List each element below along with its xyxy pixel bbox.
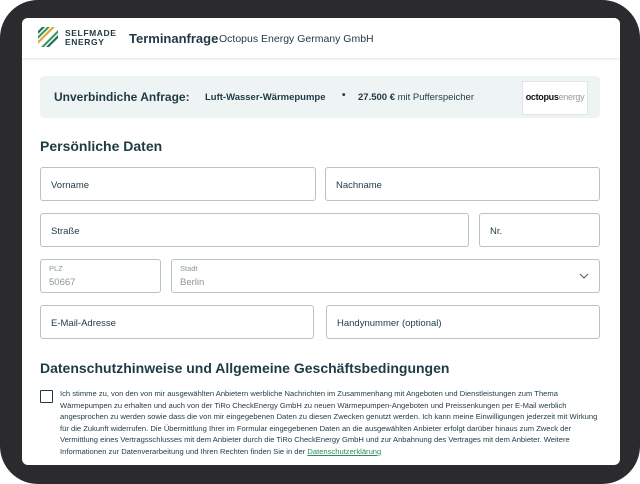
summary-price: 27.500 € mit Pufferspeicher [358,92,474,103]
email-field[interactable]: E-Mail-Adresse [40,305,314,339]
device-frame: SELFMADE ENERGY Terminanfrage Octopus En… [0,0,640,484]
screen: SELFMADE ENERGY Terminanfrage Octopus En… [22,18,620,465]
phone-field[interactable]: Handynummer (optional) [326,305,600,339]
privacy-heading: Datenschutzhinweise und Allgemeine Gesch… [40,360,450,376]
street-field[interactable]: Straße [40,213,469,247]
zip-value: 50667 [49,277,76,288]
city-select[interactable]: Stadt Berlin [171,259,600,293]
summary-separator: • [342,90,346,101]
phone-placeholder: Handynummer (optional) [337,318,442,329]
lastname-field[interactable]: Nachname [325,167,600,201]
logo-stripes-icon [38,27,58,47]
consent-body: Ich stimme zu, von den von mir ausgewähl… [60,389,598,456]
summary-label: Unverbindiche Anfrage: [54,90,190,104]
city-label: Stadt [180,264,198,273]
house-number-field[interactable]: Nr. [479,213,600,247]
logo-text: SELFMADE ENERGY [65,29,117,47]
personal-data-heading: Persönliche Daten [40,138,163,154]
page-subtitle: Octopus Energy Germany GmbH [219,33,374,45]
page-title: Terminanfrage [129,31,219,46]
selfmade-energy-logo[interactable]: SELFMADE ENERGY [38,27,118,49]
house-number-placeholder: Nr. [490,226,503,237]
consent-text: Ich stimme zu, von den von mir ausgewähl… [60,388,605,458]
firstname-placeholder: Vorname [51,180,90,191]
street-placeholder: Straße [51,226,80,237]
brand-logo-right: energy [558,92,585,102]
brand-logo-left: octopus [525,92,559,102]
brand-logo-text: octopusenergy [523,92,587,102]
price-value: 27.500 € [358,92,395,103]
privacy-policy-link[interactable]: Datenschutzerklärung [307,447,381,456]
zip-label: PLZ [49,264,63,273]
top-bar: SELFMADE ENERGY Terminanfrage Octopus En… [22,18,620,58]
price-suffix: mit Pufferspeicher [394,92,475,103]
lastname-placeholder: Nachname [336,180,382,191]
firstname-field[interactable]: Vorname [40,167,316,201]
chevron-down-icon [579,273,589,279]
request-summary: Unverbindiche Anfrage: Luft-Wasser-Wärme… [40,76,600,118]
consent-checkbox[interactable] [40,390,53,403]
email-placeholder: E-Mail-Adresse [51,318,116,329]
city-value: Berlin [180,277,205,288]
zip-field[interactable]: PLZ 50667 [40,259,161,293]
octopus-energy-logo: octopusenergy [522,81,588,115]
logo-line-2: ENERGY [65,37,105,47]
summary-product: Luft-Wasser-Wärmepumpe [205,92,326,103]
